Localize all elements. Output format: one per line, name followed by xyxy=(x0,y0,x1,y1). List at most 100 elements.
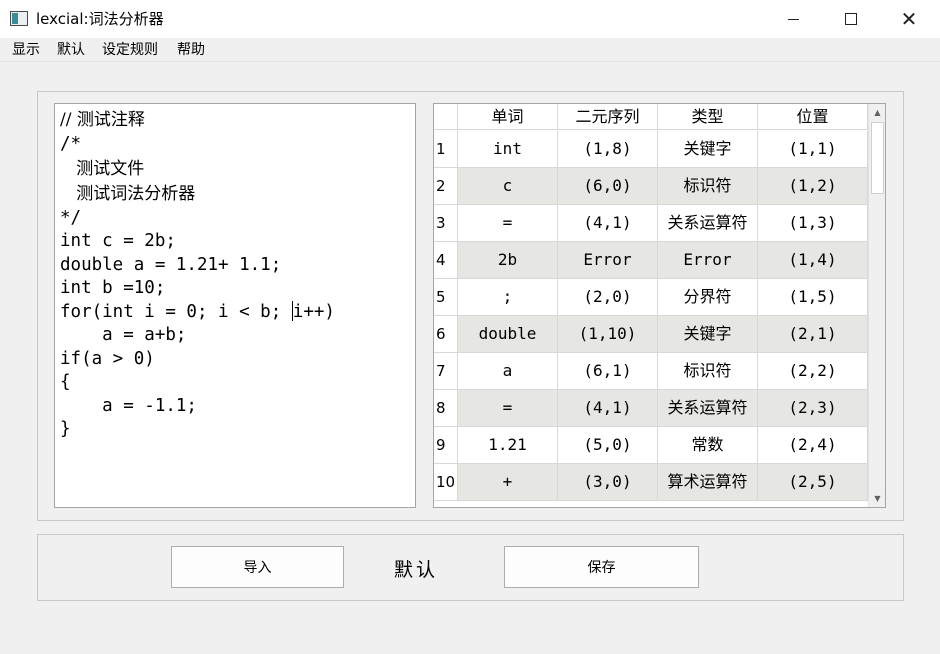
row-header[interactable]: 6 xyxy=(434,316,458,353)
cell-word[interactable]: = xyxy=(458,205,558,242)
cell-position[interactable]: (2,4) xyxy=(758,427,868,464)
row-header[interactable]: 2 xyxy=(434,168,458,205)
table-row[interactable]: 2 c (6,0) 标识符 (1,2) xyxy=(434,168,868,205)
maximize-button[interactable] xyxy=(822,0,880,38)
menu-help[interactable]: 帮助 xyxy=(177,41,205,59)
header-corner[interactable] xyxy=(434,104,458,130)
code-text: for(int i = 0; i < b; xyxy=(60,301,292,322)
cell-word[interactable]: = xyxy=(458,390,558,427)
scroll-thumb[interactable] xyxy=(871,122,884,194)
header-word[interactable]: 单词 xyxy=(458,104,558,130)
cell-pair[interactable]: (3,0) xyxy=(558,464,658,501)
save-button[interactable]: 保存 xyxy=(504,546,699,588)
cell-pair[interactable]: Error xyxy=(558,242,658,279)
row-header[interactable]: 9 xyxy=(434,427,458,464)
cell-pair[interactable]: (1,10) xyxy=(558,316,658,353)
menu-bar: 显示 默认 设定规则 帮助 xyxy=(0,38,940,62)
cell-pair[interactable]: (4,1) xyxy=(558,390,658,427)
code-line: a = a+b; xyxy=(60,325,187,345)
cell-word[interactable]: double xyxy=(458,316,558,353)
code-line: if(a > 0) xyxy=(60,348,155,369)
cell-position[interactable]: (2,2) xyxy=(758,353,868,390)
code-line: */ xyxy=(60,207,82,228)
code-line: // 测试注释 xyxy=(60,110,145,130)
maximize-icon xyxy=(845,13,857,25)
cell-word[interactable]: ; xyxy=(458,279,558,316)
window-title: lexcial:词法分析器 xyxy=(36,10,164,28)
menu-display[interactable]: 显示 xyxy=(12,41,40,59)
table-header: 单词 二元序列 类型 位置 xyxy=(434,104,868,130)
cell-word[interactable]: 1.21 xyxy=(458,427,558,464)
scroll-up-arrow-icon[interactable]: ▲ xyxy=(869,104,886,121)
minimize-icon xyxy=(787,18,799,20)
table-vertical-scrollbar[interactable]: ▲ ▼ xyxy=(868,104,885,507)
import-button[interactable]: 导入 xyxy=(171,546,344,588)
code-line: 测试词法分析器 xyxy=(60,183,196,204)
token-table[interactable]: 单词 二元序列 类型 位置 1 int (1,8) 关键字 (1,1) 2 c (6,0) 标识… xyxy=(433,103,886,508)
minimize-button[interactable] xyxy=(764,0,822,38)
cell-type[interactable]: 标识符 xyxy=(658,353,758,390)
cell-position[interactable]: (1,5) xyxy=(758,279,868,316)
row-header[interactable]: 5 xyxy=(434,279,458,316)
row-header[interactable]: 1 xyxy=(434,131,458,168)
code-line: { xyxy=(60,372,71,392)
cell-word[interactable]: int xyxy=(458,131,558,168)
cell-pair[interactable]: (4,1) xyxy=(558,205,658,242)
row-header[interactable]: 7 xyxy=(434,353,458,390)
cell-position[interactable]: (2,1) xyxy=(758,316,868,353)
table-row[interactable]: 6 double (1,10) 关键字 (2,1) xyxy=(434,316,868,353)
cell-word[interactable]: + xyxy=(458,464,558,501)
cell-type[interactable]: Error xyxy=(658,242,758,279)
code-text: i++) xyxy=(292,301,335,322)
menu-set-rules[interactable]: 设定规则 xyxy=(102,41,158,59)
table-row[interactable]: 3 = (4,1) 关系运算符 (1,3) xyxy=(434,205,868,242)
cell-type[interactable]: 常数 xyxy=(658,427,758,464)
cell-pair[interactable]: (6,1) xyxy=(558,353,658,390)
cell-type[interactable]: 分界符 xyxy=(658,279,758,316)
menu-default[interactable]: 默认 xyxy=(57,41,85,59)
cell-position[interactable]: (1,3) xyxy=(758,205,868,242)
scroll-down-arrow-icon[interactable]: ▼ xyxy=(869,490,886,507)
table-row[interactable]: 1 int (1,8) 关键字 (1,1) xyxy=(434,131,868,168)
code-line-with-caret: for(int i = 0; i < b; i++) xyxy=(60,300,410,325)
table-row[interactable]: 9 1.21 (5,0) 常数 (2,4) xyxy=(434,427,868,464)
cell-type[interactable]: 算术运算符 xyxy=(658,464,758,501)
source-code-editor[interactable]: // 测试注释 /* 测试文件 测试词法分析器 */ int c = 2b; d… xyxy=(54,103,416,508)
cell-word[interactable]: c xyxy=(458,168,558,205)
cell-word[interactable]: a xyxy=(458,353,558,390)
table-row[interactable]: 10 + (3,0) 算术运算符 (2,5) xyxy=(434,464,868,501)
code-line: } xyxy=(60,419,71,439)
cell-pair[interactable]: (2,0) xyxy=(558,279,658,316)
cell-word[interactable]: 2b xyxy=(458,242,558,279)
cell-type[interactable]: 关系运算符 xyxy=(658,390,758,427)
app-icon xyxy=(10,11,28,26)
cell-position[interactable]: (2,5) xyxy=(758,464,868,501)
row-header[interactable]: 10 xyxy=(434,464,458,501)
cell-position[interactable]: (1,1) xyxy=(758,131,868,168)
code-line: /* xyxy=(60,134,82,154)
cell-type[interactable]: 关系运算符 xyxy=(658,205,758,242)
header-type[interactable]: 类型 xyxy=(658,104,758,130)
title-bar[interactable]: lexcial:词法分析器 ✕ xyxy=(0,0,940,38)
cell-pair[interactable]: (5,0) xyxy=(558,427,658,464)
table-row[interactable]: 5; (2,0) 分界符 (1,5) xyxy=(434,279,868,316)
row-header[interactable]: 8 xyxy=(434,390,458,427)
cell-position[interactable]: (1,4) xyxy=(758,242,868,279)
close-button[interactable]: ✕ xyxy=(880,0,938,38)
header-position[interactable]: 位置 xyxy=(758,104,868,130)
cell-position[interactable]: (1,2) xyxy=(758,168,868,205)
table-row[interactable]: 8 = (4,1) 关系运算符 (2,3) xyxy=(434,390,868,427)
header-pair[interactable]: 二元序列 xyxy=(558,104,658,130)
cell-position[interactable]: (2,3) xyxy=(758,390,868,427)
mode-label: 默认 xyxy=(393,559,438,581)
table-row[interactable]: 4 2b Error Error (1,4) xyxy=(434,242,868,279)
cell-pair[interactable]: (1,8) xyxy=(558,131,658,168)
cell-type[interactable]: 标识符 xyxy=(658,168,758,205)
row-header[interactable]: 3 xyxy=(434,205,458,242)
row-header[interactable]: 4 xyxy=(434,242,458,279)
table-row[interactable]: 7 a (6,1) 标识符 (2,2) xyxy=(434,353,868,390)
cell-pair[interactable]: (6,0) xyxy=(558,168,658,205)
code-line: 测试文件 xyxy=(60,158,145,179)
cell-type[interactable]: 关键字 xyxy=(658,131,758,168)
cell-type[interactable]: 关键字 xyxy=(658,316,758,353)
